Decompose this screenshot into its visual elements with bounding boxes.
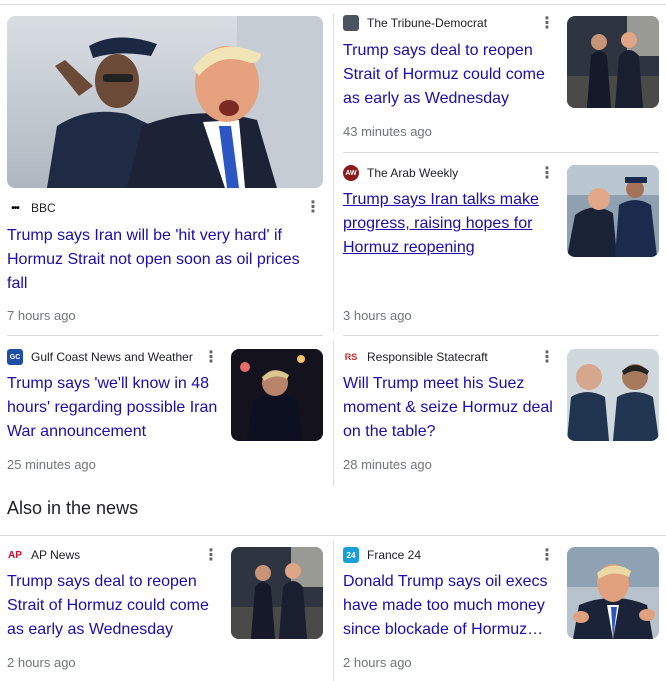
gulf-coast-more-options-icon[interactable]: ⋮ xyxy=(203,349,219,367)
france24-source[interactable]: 24 France 24 xyxy=(343,546,421,564)
arab-weekly-source-name: The Arab Weekly xyxy=(367,166,459,180)
bbc-logo-icon: ••• xyxy=(7,200,23,216)
top-divider xyxy=(0,4,666,5)
bbc-source-name: BBC xyxy=(31,201,56,215)
responsible-more-options-icon[interactable]: ⋮ xyxy=(539,349,555,367)
ap-thumbnail[interactable] xyxy=(231,547,323,639)
row-divider-right-1 xyxy=(343,152,659,153)
bbc-source[interactable]: ••• BBC xyxy=(7,199,56,217)
responsible-source[interactable]: RS Responsible Statecraft xyxy=(343,348,488,366)
arab-weekly-logo-icon: AW xyxy=(343,165,359,181)
ap-timestamp: 2 hours ago xyxy=(7,655,76,670)
gulf-coast-headline[interactable]: Trump says 'we'll know in 48 hours' rega… xyxy=(7,372,222,444)
column-divider-middle xyxy=(333,340,334,486)
responsible-headline[interactable]: Will Trump meet his Suez moment & seize … xyxy=(343,372,563,444)
gulf-coast-thumbnail[interactable] xyxy=(231,349,323,441)
column-divider-top xyxy=(333,14,334,332)
arab-weekly-source[interactable]: AW The Arab Weekly xyxy=(343,164,458,182)
ap-source-name: AP News xyxy=(31,548,81,562)
gulf-coast-source-name: Gulf Coast News and Weather xyxy=(31,350,193,364)
arab-weekly-more-options-icon[interactable]: ⋮ xyxy=(539,165,555,183)
bbc-headline[interactable]: Trump says Iran will be 'hit very hard' … xyxy=(7,224,319,296)
arab-weekly-headline[interactable]: Trump says Iran talks make progress, rai… xyxy=(343,188,558,260)
bbc-more-options-icon[interactable]: ⋮ xyxy=(305,199,321,217)
responsible-source-name: Responsible Statecraft xyxy=(367,350,488,364)
tribune-thumbnail[interactable] xyxy=(567,16,659,108)
france24-more-options-icon[interactable]: ⋮ xyxy=(539,547,555,565)
tribune-source[interactable]: The Tribune-Democrat xyxy=(343,14,487,32)
arab-weekly-timestamp: 3 hours ago xyxy=(343,308,412,323)
section-divider xyxy=(0,535,666,536)
responsible-timestamp: 28 minutes ago xyxy=(343,457,432,472)
ap-source[interactable]: AP AP News xyxy=(7,546,80,564)
column-divider-bottom xyxy=(333,540,334,681)
bbc-thumbnail[interactable] xyxy=(7,16,323,188)
gulf-coast-logo-icon: GC xyxy=(7,349,23,365)
ap-logo-icon: AP xyxy=(7,547,23,563)
tribune-more-options-icon[interactable]: ⋮ xyxy=(539,15,555,33)
row-divider-right-2 xyxy=(343,335,659,336)
tribune-source-name: The Tribune-Democrat xyxy=(367,16,488,30)
france24-logo-icon: 24 xyxy=(343,547,359,563)
france24-headline[interactable]: Donald Trump says oil execs have made to… xyxy=(343,570,561,642)
gulf-coast-timestamp: 25 minutes ago xyxy=(7,457,96,472)
arab-weekly-thumbnail[interactable] xyxy=(567,165,659,257)
ap-more-options-icon[interactable]: ⋮ xyxy=(203,547,219,565)
france24-timestamp: 2 hours ago xyxy=(343,655,412,670)
tribune-headline[interactable]: Trump says deal to reopen Strait of Horm… xyxy=(343,39,558,111)
france24-source-name: France 24 xyxy=(367,548,422,562)
gulf-coast-source[interactable]: GC Gulf Coast News and Weather xyxy=(7,348,193,366)
tribune-logo-icon xyxy=(343,15,359,31)
also-in-the-news-heading: Also in the news xyxy=(7,498,139,518)
responsible-logo-icon: RS xyxy=(343,349,359,365)
responsible-thumbnail[interactable] xyxy=(567,349,659,441)
row-divider-left xyxy=(7,335,323,336)
ap-headline[interactable]: Trump says deal to reopen Strait of Horm… xyxy=(7,570,225,642)
bbc-timestamp: 7 hours ago xyxy=(7,308,76,323)
tribune-timestamp: 43 minutes ago xyxy=(343,124,432,139)
france24-thumbnail[interactable] xyxy=(567,547,659,639)
